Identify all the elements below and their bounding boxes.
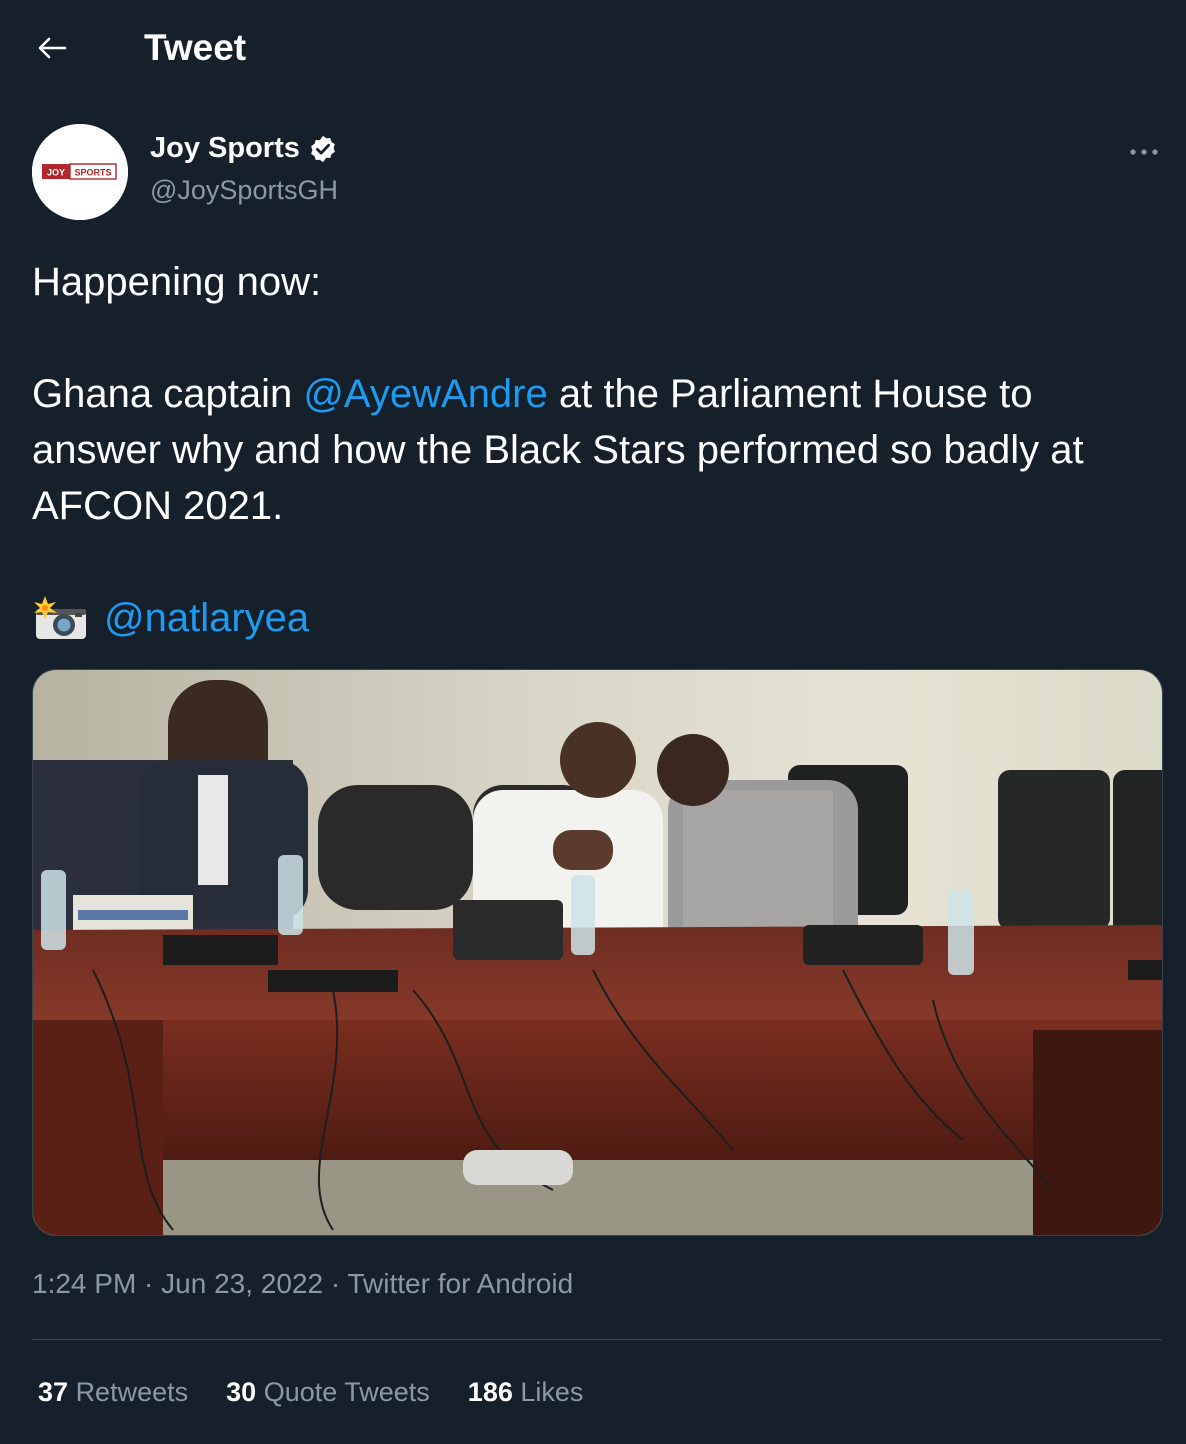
tweet-text-before-mention: Ghana captain <box>32 372 304 416</box>
avatar[interactable]: JOY SPORTS <box>32 124 128 220</box>
likes-stat[interactable]: 186 Likes <box>468 1377 584 1408</box>
arrow-left-icon <box>38 37 67 59</box>
tweet-source: Twitter for Android <box>347 1268 574 1299</box>
tweet-image[interactable] <box>32 669 1163 1236</box>
top-bar: Tweet <box>0 0 1186 96</box>
svg-text:SPORTS: SPORTS <box>74 168 111 178</box>
likes-count: 186 <box>467 1377 513 1407</box>
mention-link-ayewandre[interactable]: @AyewAndre <box>303 372 547 416</box>
quote-tweets-label: Quote Tweets <box>263 1377 430 1407</box>
more-options-button[interactable] <box>1120 134 1168 170</box>
mention-link-natlaryea[interactable]: @natlaryea <box>104 590 309 646</box>
tweet-text: Happening now: Ghana captain @AyewAndre … <box>32 254 1152 646</box>
tweet-spacer <box>32 534 1152 590</box>
tweet-paragraph-2: Ghana captain @AyewAndre at the Parliame… <box>32 366 1152 534</box>
quote-tweets-count: 30 <box>226 1377 257 1407</box>
retweets-stat[interactable]: 37 Retweets <box>38 1377 188 1408</box>
page-title: Tweet <box>144 27 247 68</box>
author-name[interactable]: Joy Sports <box>150 132 300 165</box>
photo-credit-line: @natlaryea <box>32 590 1152 646</box>
divider <box>32 1339 1162 1340</box>
tweet-spacer <box>32 310 1152 366</box>
quote-tweets-stat[interactable]: 30 Quote Tweets <box>226 1377 430 1408</box>
joy-sports-logo: JOY SPORTS <box>32 124 128 220</box>
engagement-stats: 37 Retweets 30 Quote Tweets 186 Likes <box>38 1377 583 1408</box>
verified-badge-icon <box>311 135 335 162</box>
author-name-row[interactable]: Joy Sports <box>150 132 338 165</box>
meta-separator: · <box>323 1268 348 1299</box>
svg-text:JOY: JOY <box>47 168 65 178</box>
tweet-meta: 1:24 PM · Jun 23, 2022 · Twitter for And… <box>32 1268 573 1300</box>
author-handle[interactable]: @JoySportsGH <box>150 175 338 206</box>
retweets-count: 37 <box>38 1377 69 1407</box>
tweet-photo <box>33 670 1162 1235</box>
likes-label: Likes <box>520 1377 584 1407</box>
retweets-label: Retweets <box>75 1377 189 1407</box>
camera-flash-icon <box>34 596 86 639</box>
tweet-date[interactable]: Jun 23, 2022 <box>161 1268 323 1299</box>
back-button[interactable] <box>30 26 74 70</box>
tweet-line-1: Happening now: <box>32 260 322 304</box>
meta-separator: · <box>136 1268 162 1299</box>
tweet-time[interactable]: 1:24 PM <box>32 1268 136 1299</box>
more-dots-icon <box>1130 149 1158 155</box>
